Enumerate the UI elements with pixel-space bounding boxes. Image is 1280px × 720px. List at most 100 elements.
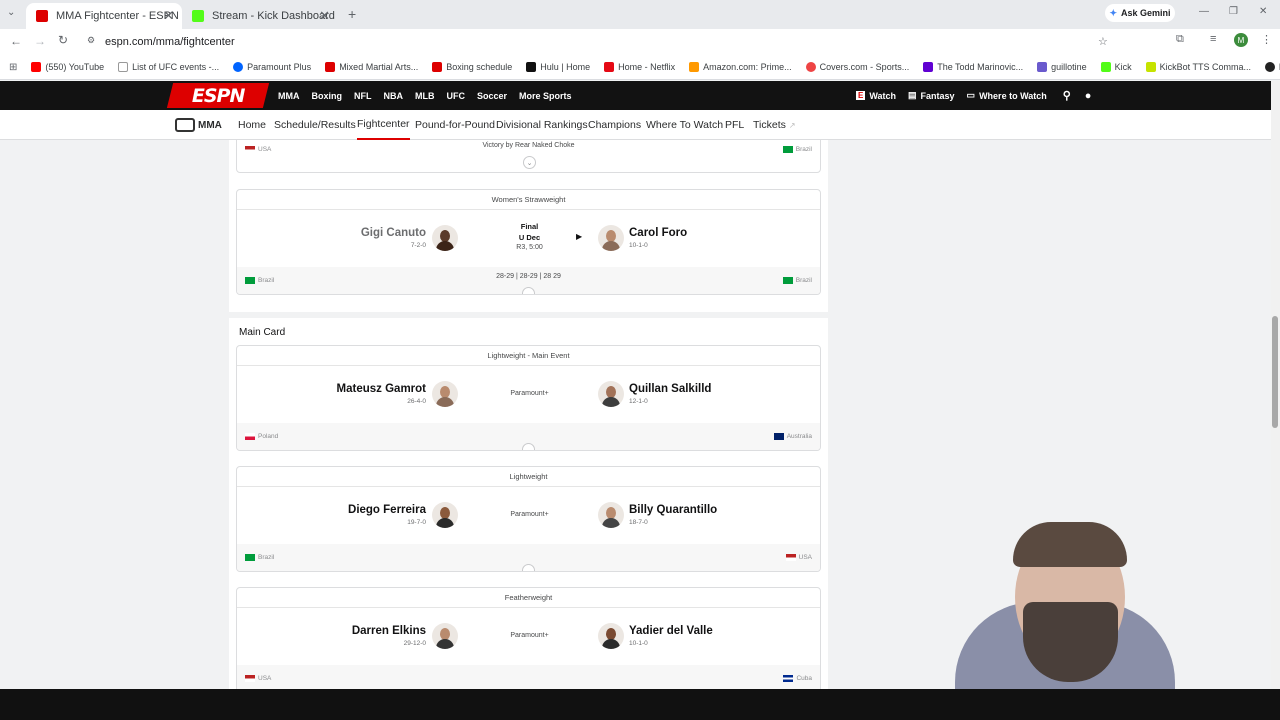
subnav-pound-for-pound[interactable]: Pound-for-Pound (415, 110, 495, 140)
close-tab-icon[interactable]: ✕ (163, 8, 174, 24)
fighter-right-record: 10-1-0 (629, 640, 648, 647)
fight-footer: USA Cuba (237, 665, 820, 689)
nav-nba[interactable]: NBA (384, 91, 404, 101)
fight-result: Victory by Rear Naked Choke (482, 142, 575, 149)
subnav-divisional-rankings[interactable]: Divisional Rankings (496, 110, 588, 140)
nav-where-to-watch[interactable]: Where to Watch (979, 91, 1047, 101)
where-to-watch-icon: ▭ (966, 90, 976, 100)
bookmark-star-icon[interactable]: ☆ (1098, 35, 1108, 48)
bookmark-item[interactable]: (550) YouTube (31, 62, 104, 72)
watch-icon: E (856, 91, 866, 100)
fighter-left-name[interactable]: Mateusz Gamrot (337, 383, 426, 395)
fightcenter-content: USA Victory by Rear Naked Choke Brazil ⌄… (0, 140, 1271, 689)
restore-icon[interactable]: ❐ (1229, 6, 1238, 17)
fight-card-elkins-delvalle[interactable]: Featherweight Darren Elkins 29-12-0 Para… (236, 587, 821, 689)
fight-card-ferreira-quarantillo[interactable]: Lightweight Diego Ferreira 19-7-0 Paramo… (236, 466, 821, 572)
bookmark-item[interactable]: Kick (1100, 62, 1132, 72)
bookmark-item[interactable]: Boxing schedule (432, 62, 512, 72)
scrollbar-thumb[interactable] (1272, 316, 1278, 428)
nav-more-sports[interactable]: More Sports (519, 91, 572, 101)
close-tab-icon[interactable]: ✕ (319, 8, 330, 24)
subnav-fightcenter[interactable]: Fightcenter (357, 110, 410, 140)
nav-mma[interactable]: MMA (278, 91, 300, 101)
back-icon[interactable]: ← (10, 34, 22, 48)
nav-fantasy[interactable]: Fantasy (921, 91, 955, 101)
subnav-tickets[interactable]: Tickets ↗ (753, 110, 796, 140)
bookmark-item[interactable]: guillotine (1037, 62, 1087, 72)
broadcast-label: Paramount+ (510, 632, 549, 639)
bookmark-item[interactable]: Paramount Plus (233, 62, 311, 72)
fighter-left-record: 26-4-0 (407, 398, 426, 405)
section-title: Main Card (239, 327, 286, 338)
fighter-left-name[interactable]: Gigi Canuto (361, 227, 426, 239)
reload-icon[interactable]: ↻ (58, 33, 68, 47)
fighter-right-name[interactable]: Carol Foro (629, 227, 687, 239)
fighter-left-name[interactable]: Diego Ferreira (348, 504, 426, 516)
bookmark-item[interactable]: List of UFC events -... (118, 62, 219, 72)
menu-icon[interactable]: ⋮ (1261, 33, 1272, 46)
apps-grid-icon[interactable]: ⊞ (9, 62, 17, 73)
fighter-right-headshot (598, 502, 624, 528)
bookmark-item[interactable]: KickBot TTS Comma... (1145, 62, 1251, 72)
nav-boxing[interactable]: Boxing (312, 91, 343, 101)
nav-mlb[interactable]: MLB (415, 91, 435, 101)
fight-card-previous[interactable]: USA Victory by Rear Naked Choke Brazil ⌄ (236, 140, 821, 173)
fighter-left-headshot (432, 623, 458, 649)
subnav-champions[interactable]: Champions (588, 110, 641, 140)
search-icon[interactable]: ⚲ (1063, 89, 1071, 102)
fighter-right-name[interactable]: Quillan Salkilld (629, 383, 711, 395)
mma-section-logo[interactable]: MMA (175, 110, 222, 140)
nav-watch[interactable]: Watch (869, 91, 896, 101)
subnav-home[interactable]: Home (238, 110, 266, 140)
profile-avatar[interactable]: M (1234, 33, 1248, 47)
tab-search-icon[interactable]: ⌄ (7, 7, 15, 18)
expand-chevron-icon[interactable]: ⌄ (523, 156, 536, 169)
espn-favicon (36, 10, 48, 22)
bookmark-item[interactable]: The Todd Marinovic... (923, 62, 1023, 72)
forward-icon[interactable]: → (34, 34, 46, 48)
bookmark-item[interactable]: Home - Netflix (604, 62, 675, 72)
fighter-left-name[interactable]: Darren Elkins (352, 625, 426, 637)
gemini-icon: ✦ (1109, 7, 1117, 18)
subnav-schedule-results[interactable]: Schedule/Results (274, 110, 356, 140)
browser-toolbar: ← → ↻ ⚙ espn.com/mma/fightcenter ☆ ⧉ ≡ M… (0, 29, 1280, 55)
nav-ufc[interactable]: UFC (447, 91, 466, 101)
url-text: espn.com/mma/fightcenter (105, 36, 235, 48)
tab-kick-dashboard[interactable]: Stream - Kick Dashboard ✕ (182, 3, 338, 29)
weight-class: Featherweight (237, 588, 820, 608)
extensions-icon[interactable]: ⧉ (1176, 33, 1184, 46)
nav-soccer[interactable]: Soccer (477, 91, 507, 101)
fighter-right-name[interactable]: Billy Quarantillo (629, 504, 717, 516)
person-hair (1013, 522, 1127, 567)
fighter-right-headshot (598, 225, 624, 251)
expand-chevron-icon[interactable]: ⌄ (522, 443, 535, 450)
tab-mma-fightcenter[interactable]: MMA Fightcenter - ESPN ✕ (26, 3, 182, 29)
expand-chevron-icon[interactable]: ⌄ (522, 564, 535, 571)
bookmark-item[interactable]: Covers.com - Sports... (805, 62, 909, 72)
subnav-pfl[interactable]: PFL (725, 110, 744, 140)
judges-scores: 28-29 | 28-29 | 28 29 (496, 273, 561, 280)
new-tab-icon[interactable]: + (348, 6, 356, 22)
mma-section-title: MMA (198, 119, 222, 131)
subnav-where-to-watch[interactable]: Where To Watch (646, 110, 723, 140)
ask-gemini-button[interactable]: ✦ Ask Gemini (1105, 4, 1175, 22)
bookmark-item[interactable]: Hulu | Home (526, 62, 590, 72)
nav-nfl[interactable]: NFL (354, 91, 372, 101)
reading-list-icon[interactable]: ≡ (1210, 33, 1216, 45)
close-window-icon[interactable]: ✕ (1259, 6, 1267, 17)
bookmark-item[interactable]: Amazon.com: Prime... (689, 62, 792, 72)
espn-logo[interactable]: ESPN (166, 83, 270, 108)
fighter-left-record: 19-7-0 (407, 519, 426, 526)
minimize-icon[interactable]: — (1199, 6, 1209, 17)
profile-icon[interactable]: ● (1085, 90, 1092, 102)
fight-card-canuto-foro[interactable]: Women's Strawweight Gigi Canuto 7-2-0 Fi… (236, 189, 821, 295)
bookmark-item[interactable]: Mixed Martial Arts... (325, 62, 418, 72)
fighter-right-name[interactable]: Yadier del Valle (629, 625, 713, 637)
bookmark-item[interactable]: botrix (1264, 62, 1280, 72)
address-bar[interactable]: ⚙ espn.com/mma/fightcenter ☆ (80, 31, 1120, 53)
fight-card-gamrot-salkilld[interactable]: Lightweight - Main Event Mateusz Gamrot … (236, 345, 821, 451)
weight-class: Lightweight - Main Event (237, 346, 820, 366)
expand-chevron-icon[interactable]: ⌄ (522, 287, 535, 294)
site-info-icon[interactable]: ⚙ (87, 35, 95, 46)
winner-arrow-icon: ▶ (576, 232, 583, 241)
